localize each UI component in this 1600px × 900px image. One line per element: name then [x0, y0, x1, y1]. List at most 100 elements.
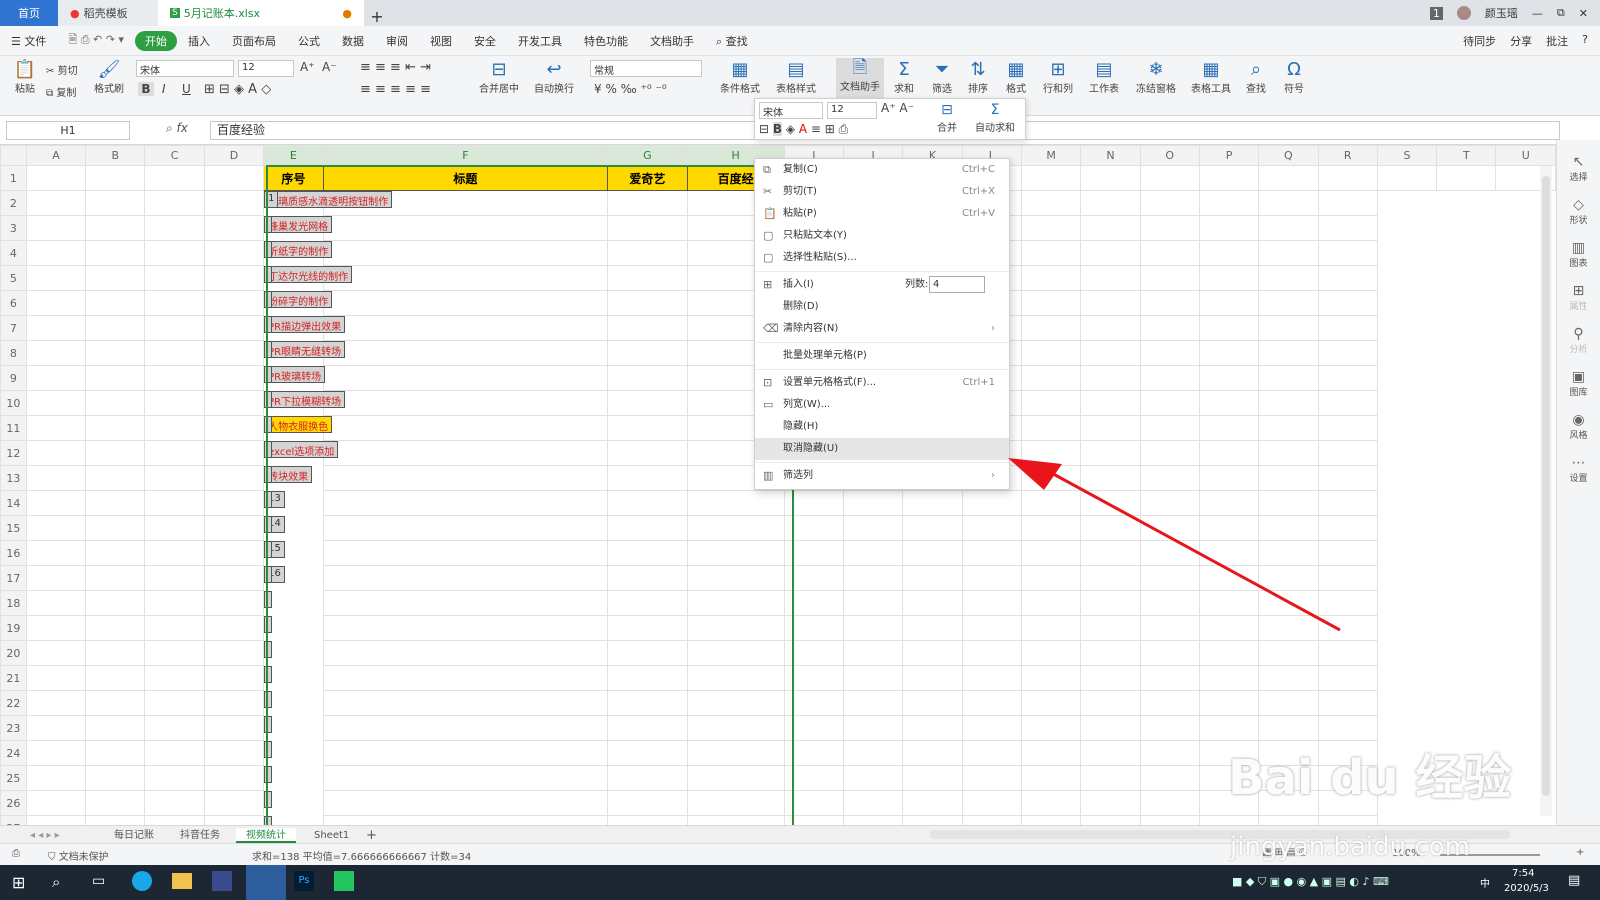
sync-button[interactable]: 待同步 — [1463, 33, 1496, 49]
grid-cell[interactable] — [961, 765, 1022, 791]
row-header[interactable]: 9 — [0, 365, 27, 391]
sheet-tab-video[interactable]: 视频统计 — [236, 828, 296, 843]
menu-start[interactable]: 开始 — [134, 30, 177, 51]
grid-cell[interactable] — [783, 765, 845, 791]
grid-cell[interactable] — [264, 590, 273, 608]
grid-cell[interactable] — [783, 490, 845, 516]
grid-cell[interactable] — [607, 540, 688, 566]
grid-cell[interactable] — [1080, 215, 1141, 241]
grid-cell[interactable] — [902, 665, 963, 691]
cut-button[interactable]: ✂ 剪切 — [46, 62, 86, 77]
row-header[interactable]: 19 — [0, 615, 27, 641]
grid-cell[interactable] — [843, 590, 904, 616]
grid-cell[interactable] — [1258, 215, 1319, 241]
grid-cell[interactable] — [144, 815, 205, 825]
grid-cell[interactable] — [1376, 165, 1438, 191]
title-cell[interactable]: PR眼睛无缝转场 — [264, 340, 346, 358]
worksheet-button[interactable]: ▤ 工作表 — [1084, 60, 1124, 96]
grid-cell[interactable] — [25, 565, 87, 591]
grid-cell[interactable] — [1020, 215, 1082, 241]
border-icon[interactable]: ⊞ ⊟ ◈ A ◇ — [204, 82, 271, 97]
grid-cell[interactable] — [607, 365, 688, 391]
grid-cell[interactable] — [1080, 815, 1141, 825]
italic-button[interactable]: I — [162, 82, 166, 96]
grid-cell[interactable] — [264, 790, 273, 808]
grid-cell[interactable] — [144, 215, 205, 241]
menu-col-width[interactable]: ▭ 列宽(W)... — [755, 394, 1009, 416]
grid-cell[interactable] — [203, 640, 265, 666]
grid-cell[interactable] — [902, 815, 963, 825]
grid-cell[interactable] — [1080, 240, 1141, 266]
grid-cell[interactable] — [1258, 690, 1319, 716]
row-header[interactable]: 26 — [0, 790, 27, 816]
grid-cell[interactable] — [1080, 340, 1141, 366]
row-header[interactable]: 6 — [0, 290, 27, 316]
grid-cell[interactable] — [902, 790, 963, 816]
grid-cell[interactable] — [1258, 165, 1319, 191]
grid-cell[interactable] — [1198, 190, 1260, 216]
clock-date[interactable]: 2020/5/3 — [1504, 883, 1549, 894]
grid-cell[interactable] — [25, 640, 87, 666]
grid-cell[interactable] — [1139, 165, 1200, 191]
grid-cell[interactable] — [264, 715, 273, 733]
grid-cell[interactable] — [1258, 340, 1319, 366]
grid-cell[interactable] — [322, 290, 609, 316]
grid-cell[interactable] — [1080, 790, 1141, 816]
grid-cell[interactable] — [607, 440, 688, 466]
grid-cell[interactable] — [1198, 340, 1260, 366]
tab-home[interactable]: 首页 — [0, 0, 58, 26]
grid-cell[interactable] — [203, 765, 265, 791]
menu-insert[interactable]: 插入 — [177, 33, 221, 49]
tray-icons[interactable]: ■ ◆ ⛉ ▣ ● ◉ ▲ ▣ ▤ ◐ ♪ ⌨ — [1232, 875, 1389, 889]
grid-cell[interactable] — [1139, 265, 1200, 291]
avatar[interactable] — [1456, 6, 1471, 20]
ime-indicator[interactable]: 中 — [1480, 875, 1490, 890]
grid-cell[interactable] — [686, 615, 785, 641]
grid-cell[interactable] — [25, 715, 87, 741]
grid-cell[interactable] — [1317, 640, 1378, 666]
title-cell[interactable]: 粉碎字的制作 — [264, 290, 333, 308]
grid-cell[interactable] — [1080, 765, 1141, 791]
grid-cell[interactable] — [85, 815, 146, 825]
grid-cell[interactable] — [1080, 415, 1141, 441]
grid-cell[interactable] — [203, 715, 265, 741]
grid-cell[interactable] — [843, 790, 904, 816]
col-header-g[interactable]: G — [607, 145, 688, 166]
windows-start-icon[interactable]: ⊞ — [12, 873, 25, 892]
grid-cell[interactable] — [686, 540, 785, 566]
find-button[interactable]: ⌕ 查找 — [1240, 60, 1272, 96]
font-select[interactable]: 宋体 — [136, 60, 234, 77]
grid-cell[interactable] — [144, 515, 205, 541]
grid-cell[interactable] — [1080, 390, 1141, 416]
grid-cell[interactable] — [1020, 790, 1082, 816]
grid-cell[interactable] — [1020, 315, 1082, 341]
grid-cell[interactable] — [264, 765, 273, 783]
grid-cell[interactable] — [607, 665, 688, 691]
grid-cell[interactable] — [1139, 340, 1200, 366]
grid-cell[interactable] — [1258, 715, 1319, 741]
grid-cell[interactable] — [1020, 665, 1082, 691]
grid-cell[interactable] — [85, 290, 146, 316]
row-header[interactable]: 8 — [0, 340, 27, 366]
grid-cell[interactable] — [322, 265, 609, 291]
baidu-cell[interactable] — [264, 240, 273, 258]
sheet-tab-sheet1[interactable]: Sheet1 — [304, 828, 359, 843]
grid-cell[interactable] — [1258, 665, 1319, 691]
grid-cell[interactable] — [322, 340, 609, 366]
grid-cell[interactable] — [1080, 190, 1141, 216]
grid-cell[interactable] — [322, 215, 609, 241]
grid-cell[interactable] — [322, 790, 609, 816]
col-count-input[interactable]: 4 — [929, 276, 985, 293]
grid-cell[interactable] — [686, 690, 785, 716]
grid-cell[interactable] — [144, 340, 205, 366]
row-header[interactable]: 13 — [0, 465, 27, 491]
grid-cell[interactable] — [25, 265, 87, 291]
row-header[interactable]: 10 — [0, 390, 27, 416]
grid-cell[interactable] — [25, 790, 87, 816]
mini-size-select[interactable]: 12 — [827, 102, 877, 119]
sort-button[interactable]: ⇅ 排序 — [962, 60, 994, 96]
media-icon[interactable] — [334, 871, 354, 891]
share-button[interactable]: 分享 — [1510, 33, 1532, 49]
grid-cell[interactable] — [843, 665, 904, 691]
tab-file[interactable]: S 5月记账本.xlsx ● — [158, 0, 364, 26]
